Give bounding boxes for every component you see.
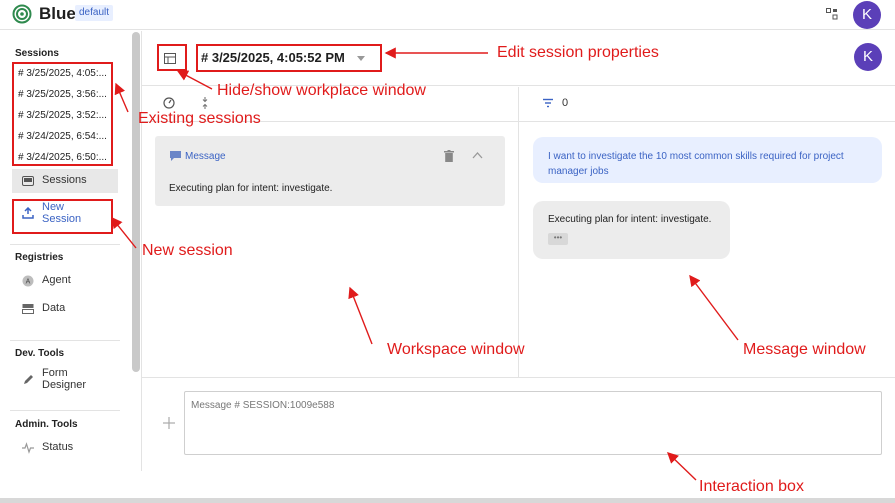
profile-badge[interactable]: default	[75, 5, 114, 21]
annotation-hide-show: Hide/show workplace window	[217, 82, 426, 99]
filter-count: 0	[562, 97, 569, 109]
dev-tools-section-title: Dev. Tools	[15, 348, 65, 359]
annotation-new-session: New session	[142, 242, 233, 259]
annotation-box-sessions	[12, 62, 113, 166]
grid-icon[interactable]	[826, 8, 838, 20]
form-designer-label: Form Designer	[42, 367, 86, 391]
annotation-existing-sessions: Existing sessions	[138, 110, 261, 127]
bottom-bar	[0, 498, 895, 503]
plus-icon[interactable]	[163, 417, 175, 429]
form-designer-label-line2: Designer	[42, 379, 87, 391]
pencil-icon	[24, 375, 33, 384]
registries-section-title: Registries	[15, 252, 64, 263]
user-avatar[interactable]: K	[853, 1, 881, 29]
more-options-chip[interactable]: •••	[548, 233, 568, 245]
agent-message-bubble	[533, 201, 730, 259]
brand-name: Blue	[39, 4, 76, 23]
logo-icon	[12, 4, 32, 24]
annotation-workspace-window: Workspace window	[387, 341, 525, 358]
message-input-placeholder: Message # SESSION:1009e588	[191, 400, 335, 411]
sidebar-divider-line	[10, 244, 120, 245]
column-divider[interactable]	[518, 87, 519, 377]
sidebar-item-label: Status	[42, 441, 74, 453]
admin-tools-section-title: Admin. Tools	[15, 419, 78, 430]
sessions-section-title: Sessions	[15, 48, 59, 59]
annotation-edit-session: Edit session properties	[497, 44, 659, 61]
sidebar-divider-line	[10, 340, 120, 341]
clock-icon[interactable]	[163, 97, 175, 109]
annotation-box-panel-toggle	[157, 44, 187, 71]
filter-icon[interactable]	[543, 98, 553, 108]
trash-icon[interactable]	[444, 150, 454, 162]
message-icon	[170, 151, 181, 161]
workspace-message-card[interactable]	[155, 136, 505, 206]
annotation-interaction-box: Interaction box	[699, 478, 804, 495]
sidebar-item-label: Data	[42, 302, 66, 314]
chevron-up-icon[interactable]	[472, 151, 483, 160]
sidebar-divider-line	[10, 410, 120, 411]
form-designer-label-line1: Form	[42, 367, 68, 379]
top-bar: Blue default K	[0, 0, 895, 30]
interaction-divider	[142, 377, 895, 378]
session-avatar[interactable]: K	[854, 43, 882, 71]
sidebar-item-form-designer[interactable]: Form Designer	[12, 366, 118, 394]
sidebar-item-label: Agent	[42, 274, 71, 286]
data-icon	[22, 304, 34, 314]
sidebar-scrollbar[interactable]	[132, 32, 140, 372]
agent-icon: A	[22, 275, 34, 287]
svg-text:A: A	[26, 279, 31, 286]
annotation-message-window: Message window	[743, 341, 866, 358]
sidebar-item-data[interactable]: Data	[12, 297, 118, 321]
agent-message-text: Executing plan for intent: investigate.	[548, 214, 712, 225]
inbox-icon	[22, 176, 34, 186]
workspace-card-title: Message	[185, 151, 226, 162]
sidebar-item-agent[interactable]: A Agent	[12, 269, 118, 293]
user-message-text: I want to investigate the 10 most common…	[548, 151, 844, 177]
pulse-icon	[22, 442, 34, 454]
sidebar-item-label: Sessions	[42, 174, 87, 186]
sidebar-item-status[interactable]: Status	[12, 436, 118, 460]
collapse-icon[interactable]	[200, 97, 210, 109]
sidebar-item-sessions[interactable]: Sessions	[12, 169, 118, 193]
workspace-card-text: Executing plan for intent: investigate.	[169, 183, 333, 194]
annotation-box-session-title	[196, 44, 382, 72]
annotation-box-new-session	[12, 199, 113, 234]
